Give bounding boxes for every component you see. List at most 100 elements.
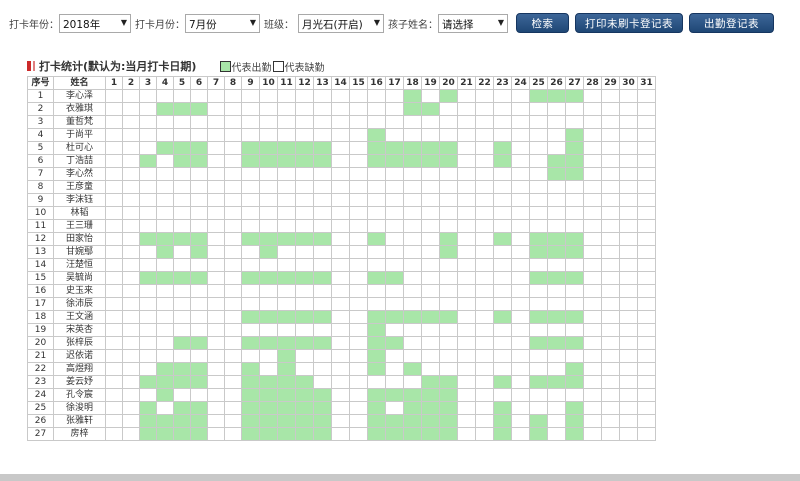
attendance-cell-absent xyxy=(331,323,350,337)
attendance-cell-absent xyxy=(224,115,242,129)
attendance-cell-absent xyxy=(403,232,422,246)
attendance-cell-present xyxy=(277,414,296,428)
attendance-cell-absent xyxy=(547,297,566,311)
attendance-cell-present xyxy=(190,154,208,168)
attendance-cell-absent xyxy=(421,336,440,350)
attendance-cell-absent xyxy=(529,102,548,116)
attendance-cell-absent xyxy=(105,297,123,311)
attendance-cell-absent xyxy=(619,102,638,116)
day-header: 16 xyxy=(367,76,386,90)
attendance-cell-present xyxy=(190,375,208,389)
attendance-cell-absent xyxy=(224,323,242,337)
attendance-cell-absent xyxy=(601,115,620,129)
attendance-cell-absent xyxy=(156,193,174,207)
day-header: 25 xyxy=(529,76,548,90)
attendance-cell-absent xyxy=(241,180,260,194)
attendance-cell-absent xyxy=(139,167,157,181)
attendance-cell-present xyxy=(156,232,174,246)
attendance-cell-absent xyxy=(475,258,494,272)
attendance-cell-absent xyxy=(122,102,140,116)
attendance-cell-present xyxy=(259,310,278,324)
attendance-cell-absent xyxy=(122,336,140,350)
attendance-cell-absent xyxy=(259,297,278,311)
attendance-cell-absent xyxy=(601,375,620,389)
attendance-cell-absent xyxy=(619,219,638,233)
attendance-cell-absent xyxy=(601,102,620,116)
attendance-cell-absent xyxy=(156,297,174,311)
attendance-cell-absent xyxy=(529,193,548,207)
attendance-cell-absent xyxy=(105,388,123,402)
attendance-cell-present xyxy=(421,310,440,324)
attendance-cell-absent xyxy=(457,128,476,142)
attendance-cell-absent xyxy=(331,362,350,376)
attendance-cell-absent xyxy=(122,310,140,324)
attendance-cell-absent xyxy=(224,375,242,389)
attendance-cell-absent xyxy=(511,336,530,350)
attendance-cell-absent xyxy=(367,180,386,194)
attendance-cell-absent xyxy=(224,180,242,194)
day-header: 19 xyxy=(421,76,440,90)
attendance-cell-absent xyxy=(259,128,278,142)
attendance-cell-absent xyxy=(349,336,368,350)
attendance-cell-absent xyxy=(493,336,512,350)
attendance-cell-absent xyxy=(583,115,602,129)
attendance-cell-absent xyxy=(173,284,191,298)
attendance-cell-absent xyxy=(529,401,548,415)
child-select-value: 请选择 xyxy=(442,18,474,31)
attendance-cell-present xyxy=(259,154,278,168)
day-header: 3 xyxy=(139,76,157,90)
row-index: 22 xyxy=(27,362,54,376)
attendance-cell-present xyxy=(547,336,566,350)
attendance-cell-absent xyxy=(637,180,656,194)
attendance-cell-absent xyxy=(295,128,314,142)
attendance-cell-absent xyxy=(259,258,278,272)
attendance-cell-absent xyxy=(295,219,314,233)
attendance-cell-absent xyxy=(190,349,208,363)
attendance-cell-absent xyxy=(349,349,368,363)
attendance-cell-present xyxy=(295,154,314,168)
day-header: 24 xyxy=(511,76,530,90)
day-header: 27 xyxy=(565,76,584,90)
child-select[interactable]: 请选择 ▼ xyxy=(438,13,508,33)
year-select[interactable]: 2018年 ▼ xyxy=(59,13,131,33)
attendance-cell-absent xyxy=(403,323,422,337)
attendance-cell-absent xyxy=(457,167,476,181)
attendance-cell-absent xyxy=(295,206,314,220)
class-select[interactable]: 月光石(开启) ▼ xyxy=(298,13,384,33)
attendance-cell-absent xyxy=(156,154,174,168)
attendance-cell-absent xyxy=(207,193,225,207)
attendance-cell-absent xyxy=(349,115,368,129)
attendance-cell-absent xyxy=(331,427,350,441)
attendance-cell-present xyxy=(385,141,404,155)
attendance-cell-absent xyxy=(313,128,332,142)
row-index: 27 xyxy=(27,427,54,441)
month-select[interactable]: 7月份 ▼ xyxy=(185,13,260,33)
attendance-cell-absent xyxy=(601,258,620,272)
attendance-register-button[interactable]: 出勤登记表 xyxy=(689,13,774,33)
attendance-cell-absent xyxy=(385,128,404,142)
attendance-cell-absent xyxy=(105,414,123,428)
attendance-cell-present xyxy=(190,427,208,441)
search-button[interactable]: 检索 xyxy=(516,13,569,33)
attendance-cell-absent xyxy=(349,297,368,311)
attendance-cell-absent xyxy=(421,323,440,337)
attendance-cell-absent xyxy=(637,297,656,311)
attendance-cell-present xyxy=(241,401,260,415)
attendance-cell-absent xyxy=(331,375,350,389)
horizontal-scrollbar[interactable] xyxy=(0,474,800,481)
table-row: 26 张雅轩 xyxy=(27,414,656,428)
row-index: 12 xyxy=(27,232,54,246)
print-missing-card-button[interactable]: 打印未刷卡登记表 xyxy=(575,13,683,33)
attendance-cell-absent xyxy=(511,89,530,103)
attendance-cell-absent xyxy=(493,89,512,103)
attendance-cell-absent xyxy=(224,232,242,246)
attendance-cell-absent xyxy=(547,401,566,415)
row-index: 14 xyxy=(27,258,54,272)
attendance-cell-absent xyxy=(637,245,656,259)
month-label: 打卡月份： xyxy=(135,19,185,31)
attendance-cell-absent xyxy=(619,258,638,272)
attendance-cell-absent xyxy=(619,271,638,285)
attendance-cell-present xyxy=(493,154,512,168)
attendance-cell-absent xyxy=(511,284,530,298)
attendance-cell-absent xyxy=(511,414,530,428)
